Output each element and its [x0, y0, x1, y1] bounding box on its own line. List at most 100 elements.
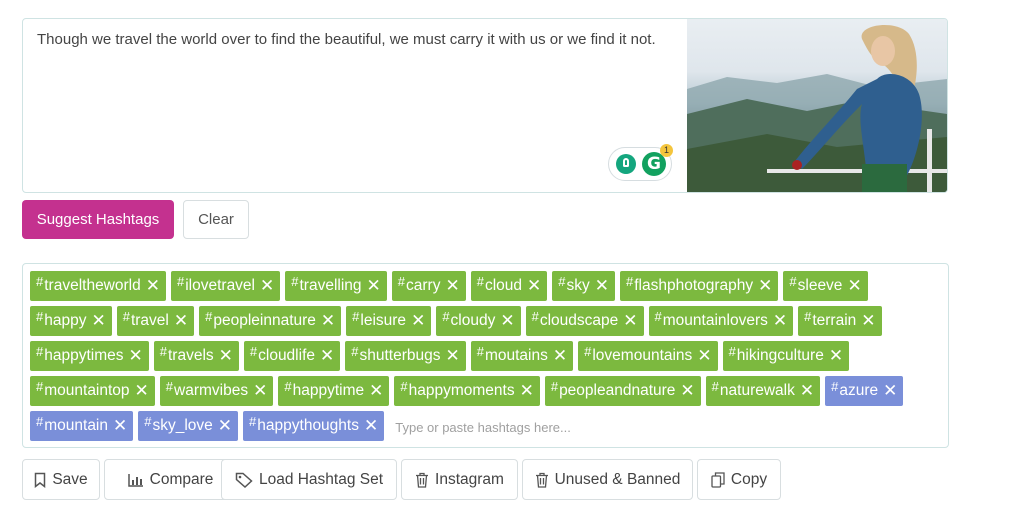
hashtag-chip[interactable]: # travels ✕: [153, 341, 239, 371]
hashtag-chip[interactable]: # cloudlife ✕: [243, 341, 341, 371]
hash-symbol: #: [36, 309, 44, 324]
remove-hashtag-icon[interactable]: ✕: [861, 306, 875, 336]
hashtag-box[interactable]: # traveltheworld ✕ # ilovetravel ✕ # travelling…: [22, 263, 949, 448]
hashtag-chip[interactable]: # mountaintop ✕: [30, 376, 155, 406]
hash-symbol: #: [831, 379, 839, 394]
remove-hashtag-icon[interactable]: ✕: [91, 306, 105, 336]
hashtag-chip[interactable]: # happytime ✕: [278, 376, 390, 406]
remove-hashtag-icon[interactable]: ✕: [883, 376, 897, 406]
remove-hashtag-icon[interactable]: ✕: [364, 411, 378, 441]
hashtag-label: cloudscape: [539, 312, 619, 329]
load-hashtag-set-button[interactable]: Load Hashtag Set: [221, 459, 397, 500]
hashtag-chip[interactable]: # traveltheworld ✕: [30, 271, 166, 301]
remove-hashtag-icon[interactable]: ✕: [847, 271, 861, 301]
hashtag-chip[interactable]: # shutterbugs ✕: [345, 341, 466, 371]
hashtag-chip[interactable]: # happymoments ✕: [394, 376, 540, 406]
remove-hashtag-icon[interactable]: ✕: [445, 341, 459, 371]
remove-hashtag-icon[interactable]: ✕: [623, 306, 637, 336]
remove-hashtag-icon[interactable]: ✕: [553, 341, 567, 371]
hashtag-chip[interactable]: # peopleinnature ✕: [199, 306, 342, 336]
hashtag-chip[interactable]: # cloudscape ✕: [525, 306, 644, 336]
hashtag-label: travel: [130, 312, 169, 329]
caption-text[interactable]: Though we travel the world over to find …: [37, 27, 677, 52]
remove-hashtag-icon[interactable]: ✕: [527, 271, 541, 301]
hashtag-chip[interactable]: # ilovetravel ✕: [170, 271, 281, 301]
remove-hashtag-icon[interactable]: ✕: [829, 341, 843, 371]
compare-label: Compare: [149, 470, 214, 488]
remove-hashtag-icon[interactable]: ✕: [218, 411, 232, 441]
caption-editor[interactable]: Though we travel the world over to find …: [22, 18, 948, 193]
hash-symbol: #: [400, 379, 408, 394]
remove-hashtag-icon[interactable]: ✕: [445, 271, 459, 301]
hash-symbol: #: [558, 274, 566, 289]
hashtag-label: traveltheworld: [44, 277, 141, 294]
remove-hashtag-icon[interactable]: ✕: [520, 376, 534, 406]
remove-hashtag-icon[interactable]: ✕: [697, 341, 711, 371]
clear-button[interactable]: Clear: [183, 200, 249, 239]
instagram-button[interactable]: Instagram: [401, 459, 518, 500]
hashtag-label: warmvibes: [174, 382, 249, 399]
hashtag-chip[interactable]: # travel ✕: [116, 306, 195, 336]
remove-hashtag-icon[interactable]: ✕: [174, 306, 188, 336]
hashtag-chip[interactable]: # happytimes ✕: [30, 341, 149, 371]
hash-symbol: #: [284, 379, 292, 394]
remove-hashtag-icon[interactable]: ✕: [367, 271, 381, 301]
hashtag-chip[interactable]: # happy ✕: [30, 306, 112, 336]
remove-hashtag-icon[interactable]: ✕: [758, 271, 772, 301]
hashtag-label: cloudy: [450, 312, 496, 329]
hashtag-chip[interactable]: # terrain ✕: [798, 306, 882, 336]
hashtag-chip[interactable]: # mountain ✕: [30, 411, 134, 441]
suggest-hashtags-button[interactable]: Suggest Hashtags: [22, 200, 174, 239]
remove-hashtag-icon[interactable]: ✕: [320, 341, 334, 371]
copy-button[interactable]: Copy: [697, 459, 781, 500]
hashtag-input[interactable]: [389, 411, 598, 443]
hashtag-chip[interactable]: # naturewalk ✕: [705, 376, 821, 406]
hashtag-chip[interactable]: # flashphotography ✕: [619, 271, 779, 301]
hashtag-label: happytime: [292, 382, 365, 399]
remove-hashtag-icon[interactable]: ✕: [773, 306, 787, 336]
compare-button[interactable]: Compare: [104, 459, 237, 500]
lightbulb-icon[interactable]: [616, 154, 636, 174]
copy-icon: [711, 471, 725, 488]
hash-symbol: #: [165, 379, 174, 394]
remove-hashtag-icon[interactable]: ✕: [253, 376, 267, 406]
remove-hashtag-icon[interactable]: ✕: [595, 271, 609, 301]
hash-symbol: #: [711, 379, 719, 394]
save-button[interactable]: Save: [22, 459, 100, 500]
unused-banned-button[interactable]: Unused & Banned: [522, 459, 693, 500]
hashtag-label: happythoughts: [257, 417, 359, 434]
hashtag-chip[interactable]: # cloudy ✕: [436, 306, 521, 336]
remove-hashtag-icon[interactable]: ✕: [146, 271, 160, 301]
hash-symbol: #: [804, 309, 812, 324]
remove-hashtag-icon[interactable]: ✕: [219, 341, 233, 371]
remove-hashtag-icon[interactable]: ✕: [680, 376, 694, 406]
remove-hashtag-icon[interactable]: ✕: [260, 271, 274, 301]
hashtag-chip[interactable]: # peopleandnature ✕: [544, 376, 701, 406]
hashtag-chip[interactable]: # leisure ✕: [346, 306, 432, 336]
hashtag-chip[interactable]: # sleeve ✕: [783, 271, 868, 301]
remove-hashtag-icon[interactable]: ✕: [129, 341, 143, 371]
hashtag-label: cloudlife: [258, 347, 315, 364]
hashtag-chip[interactable]: # hikingculture ✕: [722, 341, 850, 371]
remove-hashtag-icon[interactable]: ✕: [321, 306, 335, 336]
hashtag-chip[interactable]: # moutains ✕: [470, 341, 574, 371]
hashtag-chip[interactable]: # travelling ✕: [285, 271, 387, 301]
hashtag-chip[interactable]: # lovemountains ✕: [578, 341, 718, 371]
hashtag-chip[interactable]: # warmvibes ✕: [159, 376, 274, 406]
grammarly-widget[interactable]: G 1: [608, 144, 673, 181]
hashtag-chip[interactable]: # sky ✕: [552, 271, 615, 301]
remove-hashtag-icon[interactable]: ✕: [369, 376, 383, 406]
hashtag-chip[interactable]: # azure ✕: [825, 376, 904, 406]
remove-hashtag-icon[interactable]: ✕: [800, 376, 814, 406]
remove-hashtag-icon[interactable]: ✕: [500, 306, 514, 336]
remove-hashtag-icon[interactable]: ✕: [411, 306, 425, 336]
hash-symbol: #: [36, 344, 44, 359]
hashtag-chip[interactable]: # mountainlovers ✕: [648, 306, 794, 336]
hashtag-label: carry: [406, 277, 441, 294]
remove-hashtag-icon[interactable]: ✕: [113, 411, 127, 441]
remove-hashtag-icon[interactable]: ✕: [135, 376, 149, 406]
hashtag-chip[interactable]: # sky_love ✕: [138, 411, 239, 441]
hashtag-chip[interactable]: # happythoughts ✕: [243, 411, 385, 441]
hashtag-chip[interactable]: # carry ✕: [391, 271, 466, 301]
hashtag-chip[interactable]: # cloud ✕: [470, 271, 548, 301]
